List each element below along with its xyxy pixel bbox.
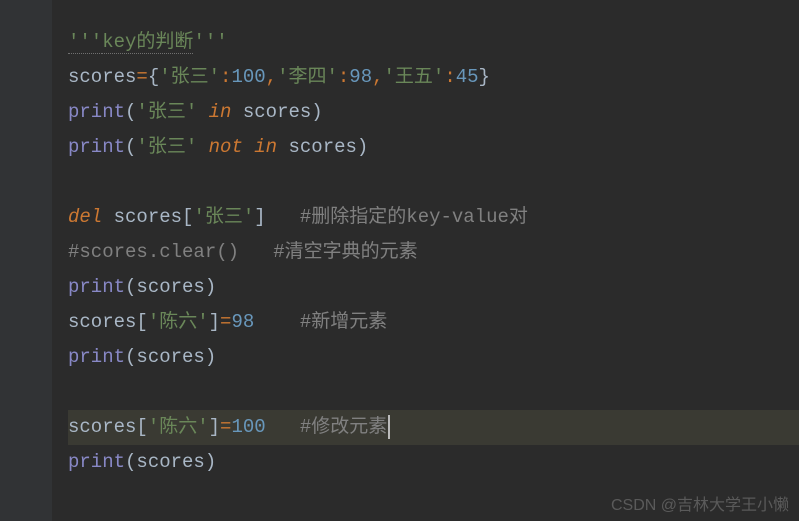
code-line[interactable]: print(scores) xyxy=(68,270,799,305)
keyword: del xyxy=(68,206,102,228)
keyword: in xyxy=(254,136,277,158)
comment: #修改元素 xyxy=(300,416,387,438)
brace: { xyxy=(148,66,159,88)
variable: scores xyxy=(68,311,136,333)
paren: ( xyxy=(125,276,136,298)
number: 45 xyxy=(456,66,479,88)
bracket: ] xyxy=(209,311,220,333)
string: '张三' xyxy=(136,101,197,123)
brace: } xyxy=(479,66,490,88)
number: 100 xyxy=(231,416,265,438)
code-line[interactable]: print(scores) xyxy=(68,340,799,375)
string: '王五' xyxy=(384,66,445,88)
docstring-open: ''' xyxy=(68,31,102,54)
paren: ) xyxy=(357,136,368,158)
variable: scores xyxy=(68,416,136,438)
number: 98 xyxy=(231,311,254,333)
code-line[interactable]: print(scores) xyxy=(68,445,799,480)
colon: : xyxy=(338,66,349,88)
number: 98 xyxy=(349,66,372,88)
string: '陈六' xyxy=(148,311,209,333)
string: '陈六' xyxy=(148,416,209,438)
paren: ) xyxy=(205,346,216,368)
builtin: print xyxy=(68,136,125,158)
variable: scores xyxy=(288,136,356,158)
string: '张三' xyxy=(193,206,254,228)
text-cursor xyxy=(388,415,390,439)
operator: = xyxy=(220,416,231,438)
code-line-blank[interactable] xyxy=(68,375,799,410)
variable: scores xyxy=(68,66,136,88)
watermark: CSDN @吉林大学王小懒 xyxy=(611,491,789,515)
number: 100 xyxy=(231,66,265,88)
comma: , xyxy=(266,66,277,88)
colon: : xyxy=(220,66,231,88)
code-line[interactable]: print('张三' in scores) xyxy=(68,95,799,130)
operator: = xyxy=(220,311,231,333)
builtin: print xyxy=(68,101,125,123)
code-line-active[interactable]: scores['陈六']=100 #修改元素 xyxy=(68,410,799,445)
code-area[interactable]: '''key的判断''' scores={'张三':100,'李四':98,'王… xyxy=(52,0,799,521)
comment: #新增元素 xyxy=(300,311,387,333)
code-line[interactable]: scores={'张三':100,'李四':98,'王五':45} xyxy=(68,60,799,95)
paren: ) xyxy=(205,451,216,473)
comment: #scores.clear() #清空字典的元素 xyxy=(68,241,418,263)
variable: scores xyxy=(136,276,204,298)
code-editor[interactable]: '''key的判断''' scores={'张三':100,'李四':98,'王… xyxy=(0,0,799,521)
string: '李四' xyxy=(277,66,338,88)
operator: = xyxy=(136,66,147,88)
bracket: [ xyxy=(136,416,147,438)
comma: , xyxy=(372,66,383,88)
builtin: print xyxy=(68,451,125,473)
code-line[interactable]: '''key的判断''' xyxy=(68,25,799,60)
bracket: [ xyxy=(136,311,147,333)
paren: ( xyxy=(125,136,136,158)
paren: ( xyxy=(125,346,136,368)
colon: : xyxy=(444,66,455,88)
paren: ( xyxy=(125,451,136,473)
string: '张三' xyxy=(159,66,220,88)
paren: ) xyxy=(311,101,322,123)
code-line[interactable]: scores['陈六']=98 #新增元素 xyxy=(68,305,799,340)
variable: scores xyxy=(114,206,182,228)
string: '张三' xyxy=(136,136,197,158)
gutter xyxy=(0,0,52,521)
bracket: [ xyxy=(182,206,193,228)
docstring-close: ''' xyxy=(193,31,227,53)
variable: scores xyxy=(243,101,311,123)
keyword: not xyxy=(209,136,243,158)
docstring-text: key的判断 xyxy=(102,31,193,54)
code-line[interactable]: print('张三' not in scores) xyxy=(68,130,799,165)
bracket: ] xyxy=(254,206,265,228)
code-line-blank[interactable] xyxy=(68,165,799,200)
keyword: in xyxy=(209,101,232,123)
variable: scores xyxy=(136,346,204,368)
bracket: ] xyxy=(209,416,220,438)
paren: ) xyxy=(205,276,216,298)
paren: ( xyxy=(125,101,136,123)
builtin: print xyxy=(68,346,125,368)
comment: #删除指定的key-value对 xyxy=(300,206,528,228)
code-line[interactable]: del scores['张三'] #删除指定的key-value对 xyxy=(68,200,799,235)
code-line[interactable]: #scores.clear() #清空字典的元素 xyxy=(68,235,799,270)
variable: scores xyxy=(136,451,204,473)
builtin: print xyxy=(68,276,125,298)
